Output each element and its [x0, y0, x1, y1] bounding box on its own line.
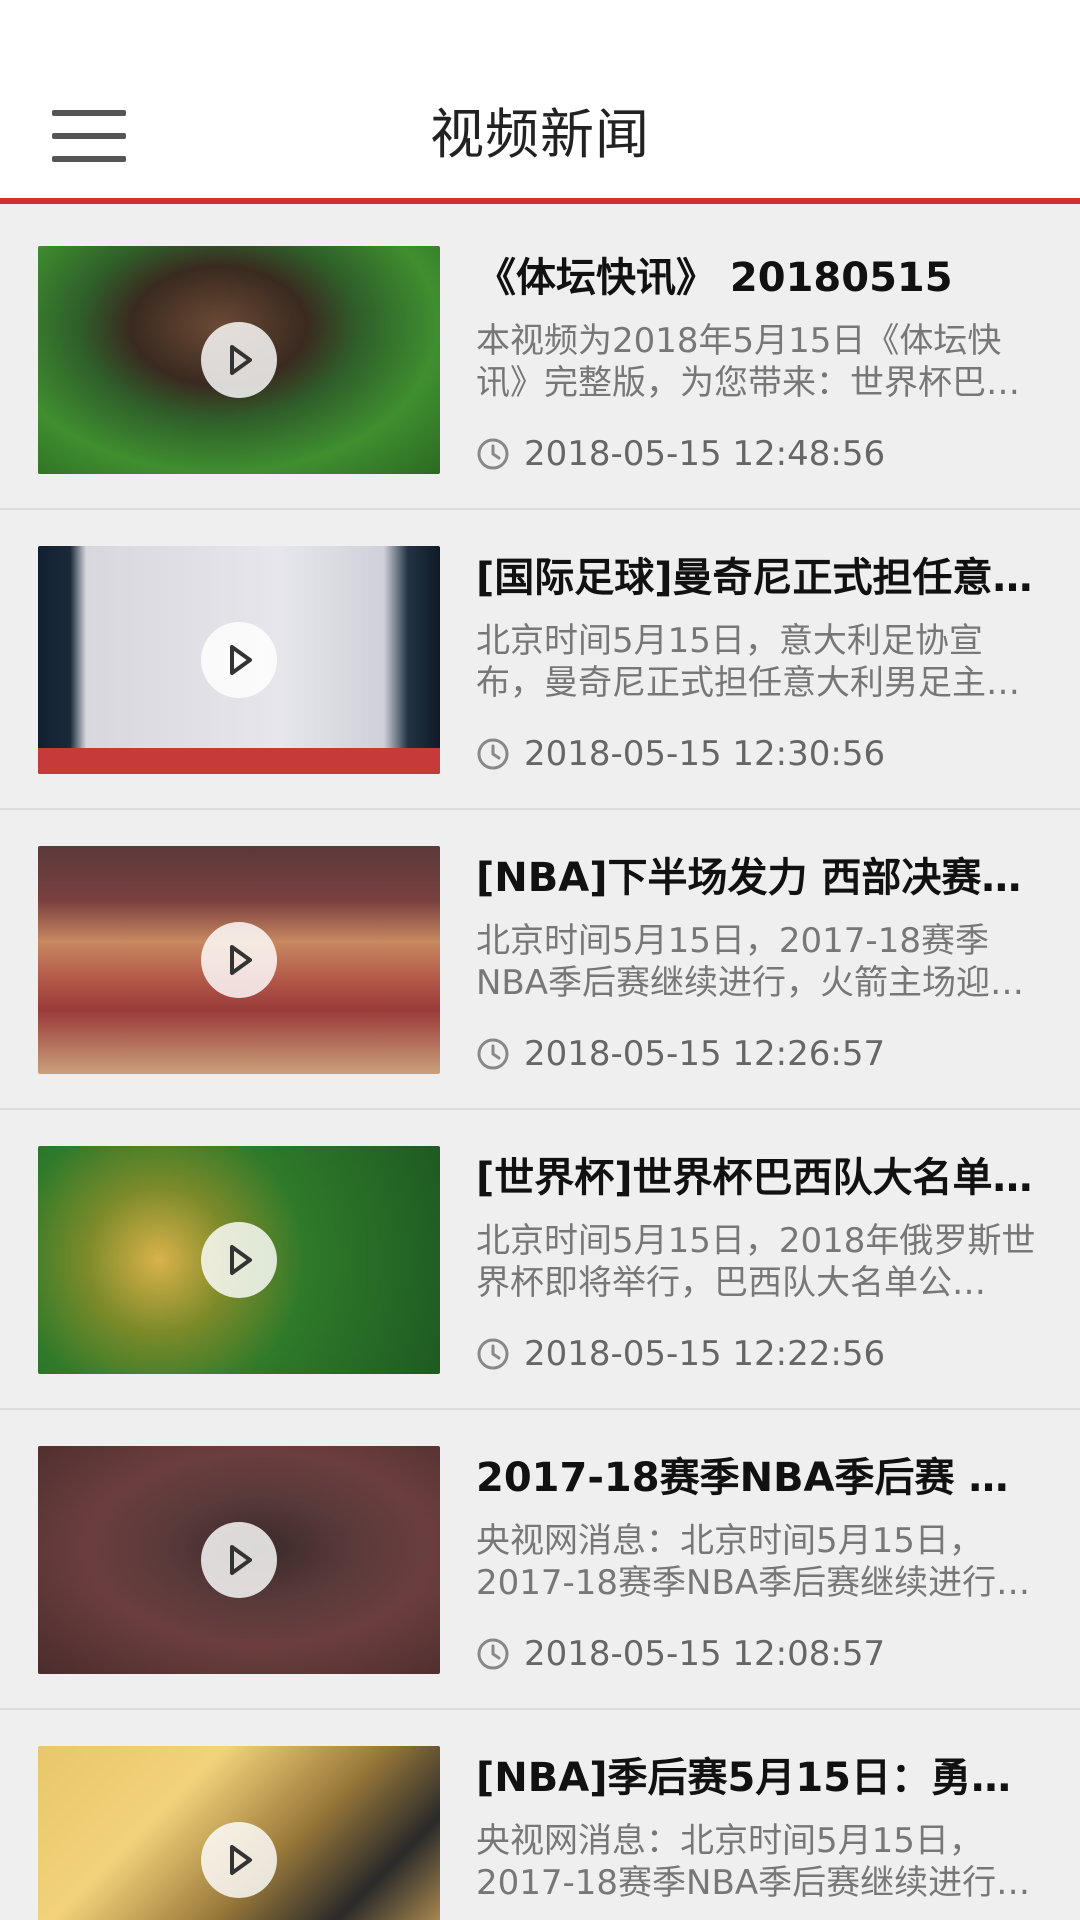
timestamp-row: 2018-05-15 12:48:56	[476, 434, 885, 474]
news-description: 北京时间5月15日，2017-18赛季NBA季后赛继续进行，火箭主场迎…	[476, 921, 1025, 1003]
play-icon[interactable]	[201, 622, 277, 698]
timestamp-row: 2018-05-15 12:22:56	[476, 1334, 885, 1374]
hamburger-menu-icon[interactable]	[52, 110, 126, 162]
video-thumbnail[interactable]	[38, 1746, 440, 1920]
news-time: 2018-05-15 12:30:56	[524, 734, 886, 774]
play-icon[interactable]	[201, 1522, 277, 1598]
video-thumbnail[interactable]	[38, 1146, 440, 1374]
news-time: 2018-05-15 12:48:56	[524, 434, 886, 474]
news-description: 央视网消息：北京时间5月15日，2017-18赛季NBA季后赛继续进行…	[476, 1821, 1031, 1903]
video-thumbnail[interactable]	[38, 1446, 440, 1674]
news-title: [NBA]季后赛5月15日：勇士…	[476, 1755, 1046, 1801]
timestamp-row: 2018-05-15 12:30:56	[476, 734, 885, 774]
news-item[interactable]: [NBA]季后赛5月15日：勇士… 央视网消息：北京时间5月15日，2017-1…	[0, 1710, 1080, 1920]
news-description: 北京时间5月15日，意大利足协宣布，曼奇尼正式担任意大利男足主…	[476, 621, 1020, 703]
news-time: 2018-05-15 12:22:56	[524, 1334, 886, 1374]
app-header: 视频新闻	[0, 60, 1080, 204]
news-time: 2018-05-15 12:26:57	[524, 1034, 886, 1074]
status-bar	[0, 0, 1080, 60]
news-time: 2018-05-15 12:08:57	[524, 1634, 886, 1674]
news-item[interactable]: [NBA]下半场发力 西部决赛… 北京时间5月15日，2017-18赛季NBA季…	[0, 810, 1080, 1110]
clock-icon	[477, 738, 509, 770]
page-title: 视频新闻	[430, 102, 650, 166]
timestamp-row: 2018-05-15 12:08:57	[476, 1634, 885, 1674]
news-title: [NBA]下半场发力 西部决赛…	[476, 855, 1022, 901]
clock-icon	[477, 1038, 509, 1070]
clock-icon	[477, 1338, 509, 1370]
news-description: 本视频为2018年5月15日《体坛快讯》完整版，为您带来：世界杯巴西队大名单…	[476, 321, 1020, 403]
menu-line	[52, 110, 126, 116]
video-thumbnail[interactable]	[38, 246, 440, 474]
news-item[interactable]: 《体坛快讯》 20180515 本视频为2018年5月15日《体坛快讯》完整版，…	[0, 210, 1080, 510]
play-icon[interactable]	[201, 922, 277, 998]
play-icon[interactable]	[201, 1822, 277, 1898]
clock-icon	[477, 438, 509, 470]
video-thumbnail[interactable]	[38, 546, 440, 774]
play-icon[interactable]	[201, 322, 277, 398]
news-item[interactable]: [国际足球]曼奇尼正式担任意… 北京时间5月15日，意大利足协宣布，曼奇尼正式担…	[0, 510, 1080, 810]
news-item[interactable]: 2017-18赛季NBA季后赛 勇… 央视网消息：北京时间5月15日，2017-…	[0, 1410, 1080, 1710]
menu-line	[52, 156, 126, 162]
news-item[interactable]: [世界杯]世界杯巴西队大名单… 北京时间5月15日，2018年俄罗斯世界杯即将举…	[0, 1110, 1080, 1410]
timestamp-row: 2018-05-15 12:26:57	[476, 1034, 885, 1074]
menu-line	[52, 133, 126, 139]
news-title: [世界杯]世界杯巴西队大名单…	[476, 1155, 1033, 1201]
video-news-list: 《体坛快讯》 20180515 本视频为2018年5月15日《体坛快讯》完整版，…	[0, 210, 1080, 1920]
news-description: 北京时间5月15日，2018年俄罗斯世界杯即将举行，巴西队大名单公…	[476, 1221, 1036, 1303]
video-thumbnail[interactable]	[38, 846, 440, 1074]
news-title: 《体坛快讯》 20180515	[476, 255, 953, 301]
news-title: 2017-18赛季NBA季后赛 勇…	[476, 1455, 1046, 1501]
clock-icon	[477, 1638, 509, 1670]
play-icon[interactable]	[201, 1222, 277, 1298]
app-root: 视频新闻 《体坛快讯》 20180515 本视频为2018年5月15日《体坛快讯…	[0, 0, 1080, 1920]
news-description: 央视网消息：北京时间5月15日，2017-18赛季NBA季后赛继续进行…	[476, 1521, 1031, 1603]
news-title: [国际足球]曼奇尼正式担任意…	[476, 555, 1033, 601]
